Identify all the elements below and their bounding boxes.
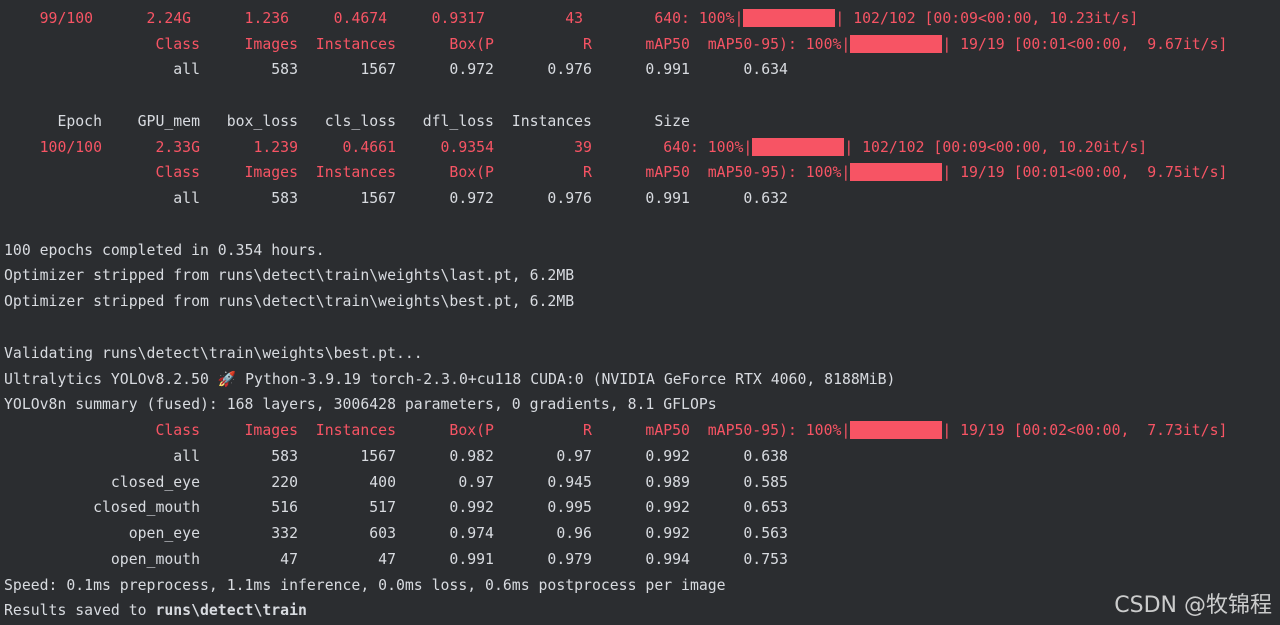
ultralytics-line: Ultralytics YOLOv8.2.50 🚀 Python-3.9.19 … (4, 371, 896, 388)
epoch-label: 100/100 (4, 139, 102, 156)
progress-bar (743, 9, 836, 27)
val-all-row: all 583 1567 0.972 0.976 0.991 0.632 (4, 190, 788, 207)
final-row-closed-mouth: closed_mouth 516 517 0.992 0.995 0.992 0… (4, 499, 788, 516)
final-val-header-line: Class Images Instances Box(P R mAP50 mAP… (4, 421, 1227, 441)
val-header: Class Images Instances Box(P R mAP50 mAP… (4, 36, 851, 53)
val-header: Class Images Instances Box(P R mAP50 mAP… (4, 422, 851, 439)
optimizer-best-line: Optimizer stripped from runs\detect\trai… (4, 293, 575, 310)
csdn-watermark: CSDN @牧锦程 (1114, 593, 1272, 618)
final-row-open-eye: open_eye 332 603 0.974 0.96 0.992 0.563 (4, 525, 788, 542)
progress-bar (850, 35, 943, 53)
progress-bar (850, 163, 943, 181)
final-row-open-mouth: open_mouth 47 47 0.991 0.979 0.994 0.753 (4, 551, 788, 568)
progress-bar (850, 421, 943, 439)
epochs-completed-line: 100 epochs completed in 0.354 hours. (4, 242, 325, 259)
epoch-100-line: 100/100 2.33G 1.239 0.4661 0.9354 39 640… (4, 138, 1147, 158)
terminal-output: 99/100 2.24G 1.236 0.4674 0.9317 43 640:… (0, 0, 1280, 625)
epoch-metrics: 2.24G 1.236 0.4674 0.9317 43 640: 100%| (93, 10, 744, 27)
train-header-line: Epoch GPU_mem box_loss cls_loss dfl_loss… (4, 113, 690, 130)
speed-line: Speed: 0.1ms preprocess, 1.1ms inference… (4, 577, 726, 594)
model-summary-line: YOLOv8n summary (fused): 168 layers, 300… (4, 396, 717, 413)
optimizer-last-line: Optimizer stripped from runs\detect\trai… (4, 267, 575, 284)
progress-text: | 19/19 [00:01<00:00, 9.67it/s] (942, 36, 1228, 53)
progress-text: | 19/19 [00:02<00:00, 7.73it/s] (942, 422, 1228, 439)
progress-bar (752, 138, 845, 156)
epoch-metrics: 2.33G 1.239 0.4661 0.9354 39 640: 100%| (102, 139, 753, 156)
val-header-line: Class Images Instances Box(P R mAP50 mAP… (4, 35, 1227, 55)
progress-text: | 19/19 [00:01<00:00, 9.75it/s] (942, 164, 1228, 181)
results-path: runs\detect\train (155, 602, 307, 619)
validating-line: Validating runs\detect\train\weights\bes… (4, 345, 423, 362)
results-prefix: Results saved to (4, 602, 156, 619)
final-row-all: all 583 1567 0.982 0.97 0.992 0.638 (4, 448, 788, 465)
val-header-line: Class Images Instances Box(P R mAP50 mAP… (4, 163, 1227, 183)
val-header: Class Images Instances Box(P R mAP50 mAP… (4, 164, 851, 181)
progress-text: | 102/102 [00:09<00:00, 10.20it/s] (844, 139, 1148, 156)
progress-text: | 102/102 [00:09<00:00, 10.23it/s] (835, 10, 1139, 27)
epoch-label: 99/100 (4, 10, 94, 27)
epoch-99-line: 99/100 2.24G 1.236 0.4674 0.9317 43 640:… (4, 9, 1138, 29)
results-line: Results saved to runs\detect\train (4, 601, 307, 621)
final-row-closed-eye: closed_eye 220 400 0.97 0.945 0.989 0.58… (4, 474, 788, 491)
val-all-row: all 583 1567 0.972 0.976 0.991 0.634 (4, 61, 788, 78)
